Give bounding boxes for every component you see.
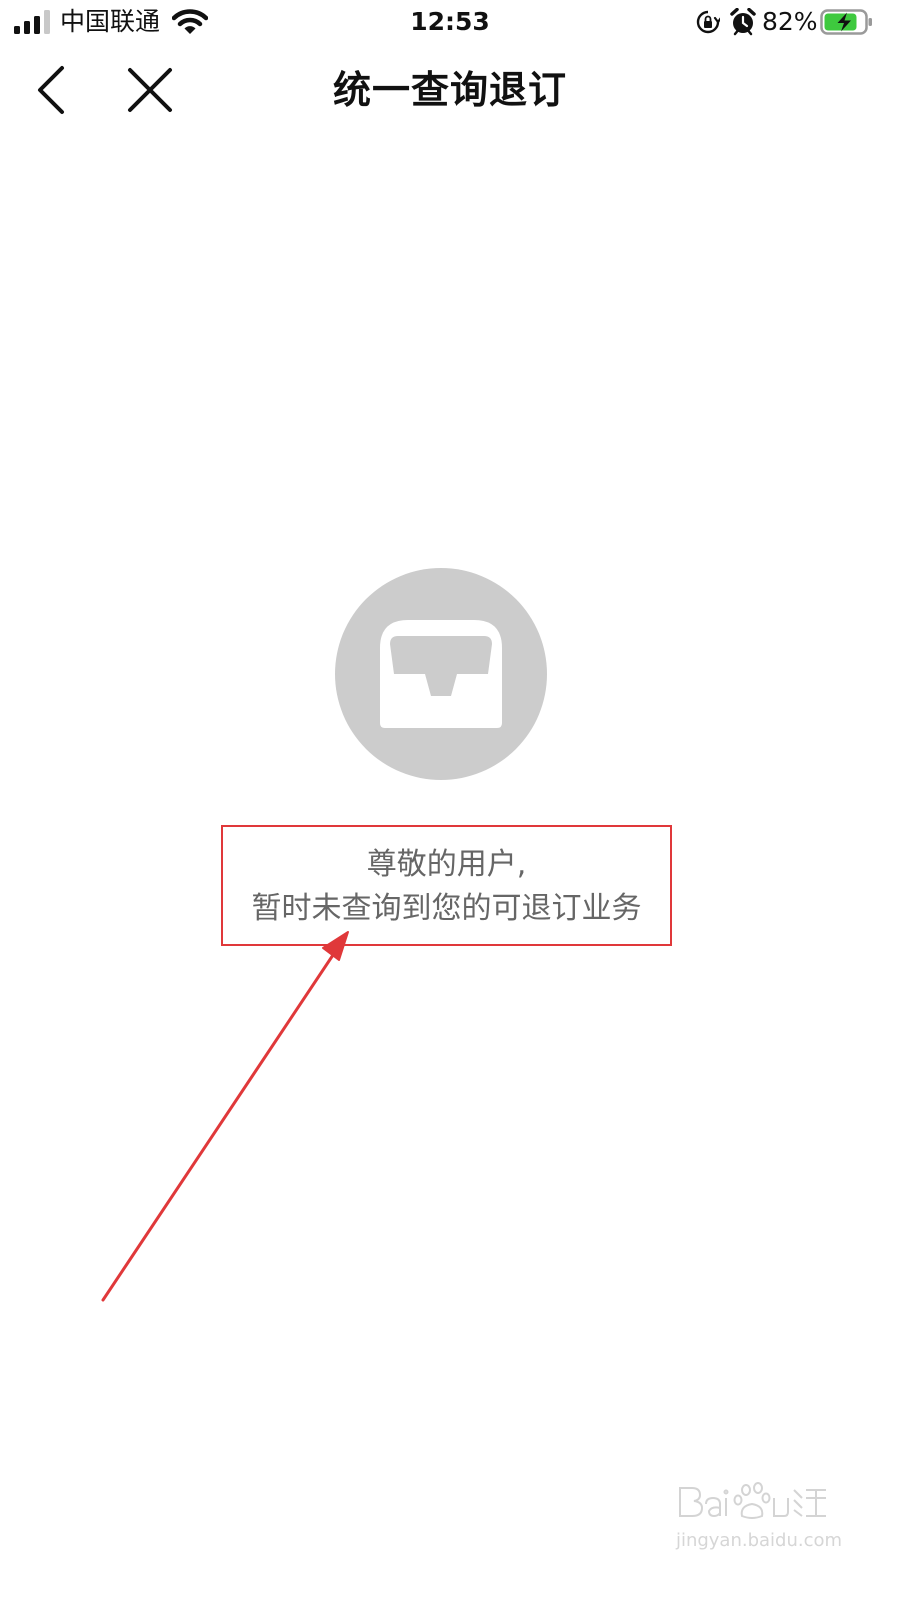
wifi-icon — [172, 9, 208, 34]
annotation-arrow — [101, 931, 349, 1302]
status-time: 12:53 — [410, 7, 490, 36]
carrier-name: 中国联通 — [60, 7, 161, 36]
baidu-jingyan-watermark-logo — [679, 1482, 826, 1519]
page-title: 统一查询退订 — [332, 68, 567, 112]
battery-percent: 82% — [762, 7, 818, 36]
alarm-icon — [730, 8, 756, 36]
empty-message-detail: 暂时未查询到您的可退订业务 — [251, 891, 642, 926]
battery-charging-icon — [820, 9, 872, 35]
nav-bar: 统一查询退订 — [0, 46, 900, 134]
empty-message-greeting: 尊敬的用户, — [366, 847, 527, 882]
close-icon[interactable] — [122, 62, 178, 118]
signal-icon — [14, 10, 50, 34]
empty-state-message: 尊敬的用户, 暂时未查询到您的可退订业务 — [221, 825, 672, 946]
watermark-url: jingyan.baidu.com — [675, 1530, 843, 1551]
back-chevron-icon[interactable] — [26, 60, 76, 120]
empty-inbox-icon — [335, 568, 547, 780]
status-bar: 中国联通 12:53 82% — [0, 0, 900, 46]
rotation-lock-icon — [696, 10, 720, 34]
